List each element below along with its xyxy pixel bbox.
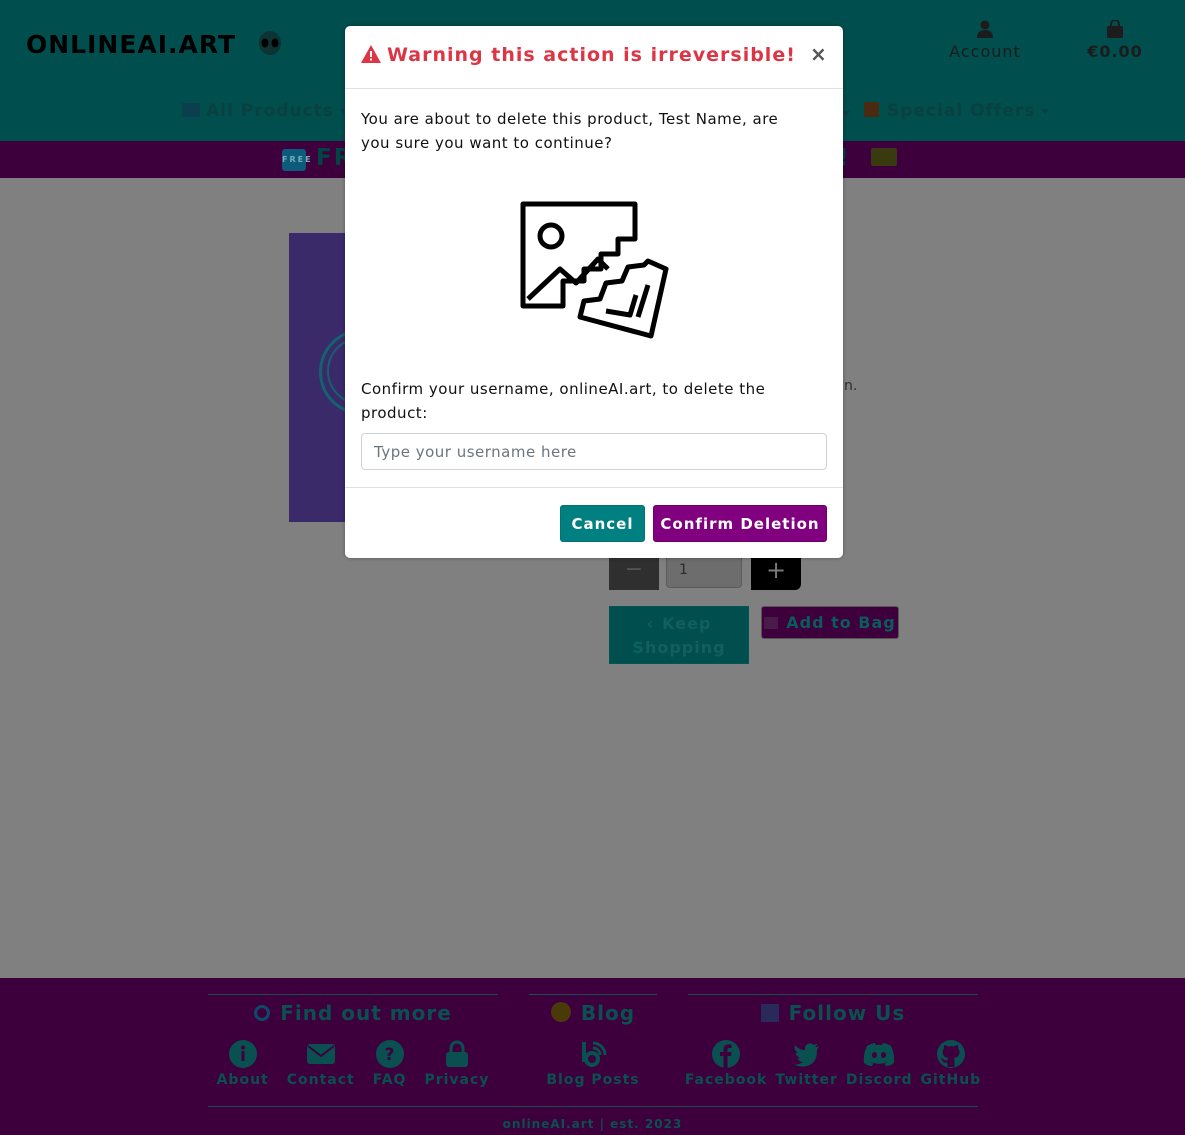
footer-discord-link[interactable]: Discord <box>846 1040 913 1088</box>
footer-github-link[interactable]: GitHub <box>921 1040 982 1088</box>
github-icon <box>936 1040 965 1068</box>
question-icon: ? <box>375 1040 404 1068</box>
confirm-deletion-button[interactable]: Confirm Deletion <box>653 505 827 542</box>
account-link[interactable]: Account <box>944 20 1026 61</box>
footer-blog-posts-link[interactable]: Blog Posts <box>546 1040 639 1088</box>
footer-blog-links: Blog Posts <box>529 1040 657 1088</box>
footer-privacy-link[interactable]: Privacy <box>424 1040 489 1088</box>
footer-faq-label: FAQ <box>372 1072 407 1088</box>
footer-find-out-more-title: Find out more <box>208 1001 498 1025</box>
twitter-icon <box>793 1043 819 1067</box>
footer-twitter-label: Twitter <box>775 1072 838 1088</box>
footer-follow-us: Follow Us Facebook Twitter Discord GitHu… <box>685 994 980 1088</box>
user-icon <box>977 20 993 38</box>
phone-icon <box>760 1004 779 1022</box>
add-to-bag-button[interactable]: Add to Bag <box>761 606 899 639</box>
footer-privacy-label: Privacy <box>424 1072 490 1088</box>
banner-left: FREE FR <box>282 145 353 171</box>
footer-facebook-label: Facebook <box>684 1072 768 1088</box>
nav-special-offers-label: Special Offers <box>887 101 1036 121</box>
footer-faq-link[interactable]: ? FAQ <box>373 1040 407 1088</box>
site-footer: Find out more About Contact ? FAQ Privac… <box>0 978 1185 1135</box>
footer-github-label: GitHub <box>920 1072 982 1088</box>
truck-icon <box>870 148 897 166</box>
shopping-bag-icon <box>1107 20 1123 38</box>
footer-discord-label: Discord <box>845 1072 913 1088</box>
grin-icon <box>550 1002 571 1022</box>
keep-shopping-button[interactable]: ‹ Keep Shopping <box>609 606 749 664</box>
close-button[interactable]: × <box>810 42 827 66</box>
cancel-button[interactable]: Cancel <box>560 505 645 542</box>
modal-title: Warning this action is irreversible! <box>361 44 796 66</box>
footer-facebook-link[interactable]: Facebook <box>685 1040 768 1088</box>
chevron-down-icon[interactable] <box>842 111 850 116</box>
broken-image-icon <box>518 199 670 339</box>
footer-follow-us-links: Facebook Twitter Discord GitHub <box>685 1040 980 1088</box>
modal-message: You are about to delete this product, Te… <box>361 110 779 152</box>
footer-find-out-more-links: About Contact ? FAQ Privacy <box>208 1040 498 1088</box>
gift-icon <box>864 102 879 117</box>
free-badge-icon: FREE <box>282 149 311 171</box>
footer-blog: Blog Blog Posts <box>529 994 657 1088</box>
footer-about-link[interactable]: About <box>217 1040 269 1088</box>
footer-contact-link[interactable]: Contact <box>287 1040 355 1088</box>
footer-follow-us-label: Follow Us <box>788 1001 906 1025</box>
add-to-bag-label: Add to Bag <box>786 613 896 632</box>
product-description-fragment: n. <box>844 378 858 394</box>
footer-contact-label: Contact <box>286 1072 355 1088</box>
footer-blog-label: Blog <box>580 1001 636 1025</box>
blog-icon <box>581 1041 607 1067</box>
facebook-icon <box>712 1040 741 1068</box>
shopping-bag-link[interactable]: €0.00 <box>1080 20 1150 61</box>
account-label: Account <box>949 42 1021 61</box>
footer-divider <box>208 1106 978 1107</box>
logo-text: ONLINEAI.ART <box>26 30 237 59</box>
modal-title-text: Warning this action is irreversible! <box>387 44 796 66</box>
warning-icon <box>361 45 381 63</box>
nav-all-products-label: All Products <box>206 101 334 121</box>
footer-find-out-more-label: Find out more <box>280 1001 452 1025</box>
alien-icon <box>258 31 282 57</box>
chevron-down-icon <box>1041 108 1050 114</box>
confirm-username-label: Confirm your username, onlineAI.art, to … <box>361 380 766 422</box>
products-icon <box>182 103 200 117</box>
nav-special-offers[interactable]: Special Offers <box>864 101 1050 125</box>
envelope-icon <box>306 1044 335 1064</box>
footer-twitter-link[interactable]: Twitter <box>775 1040 838 1088</box>
bag-total: €0.00 <box>1087 42 1143 61</box>
info-icon <box>228 1040 257 1068</box>
modal-footer: Cancel Confirm Deletion <box>345 487 843 559</box>
footer-find-out-more: Find out more About Contact ? FAQ Privac… <box>208 994 498 1088</box>
modal-header: Warning this action is irreversible! × <box>345 26 843 89</box>
footer-copyright: onlineAI.art | est. 2023 <box>502 1117 683 1131</box>
lock-icon <box>445 1040 468 1067</box>
svg-text:?: ? <box>384 1045 395 1065</box>
username-input[interactable] <box>361 433 827 470</box>
delete-product-modal: Warning this action is irreversible! × Y… <box>345 26 843 558</box>
footer-follow-us-title: Follow Us <box>688 1001 978 1025</box>
nav-all-products[interactable]: All Products <box>182 101 348 125</box>
footer-about-label: About <box>216 1072 269 1088</box>
chevron-left-icon: ‹ <box>646 614 655 633</box>
discord-icon <box>864 1043 895 1066</box>
cart-icon <box>764 617 779 629</box>
footer-blog-title: Blog <box>529 1001 657 1025</box>
footer-blog-posts-label: Blog Posts <box>546 1072 640 1088</box>
magnifier-icon <box>254 1005 271 1021</box>
site-logo[interactable]: ONLINEAI.ART <box>26 30 282 59</box>
